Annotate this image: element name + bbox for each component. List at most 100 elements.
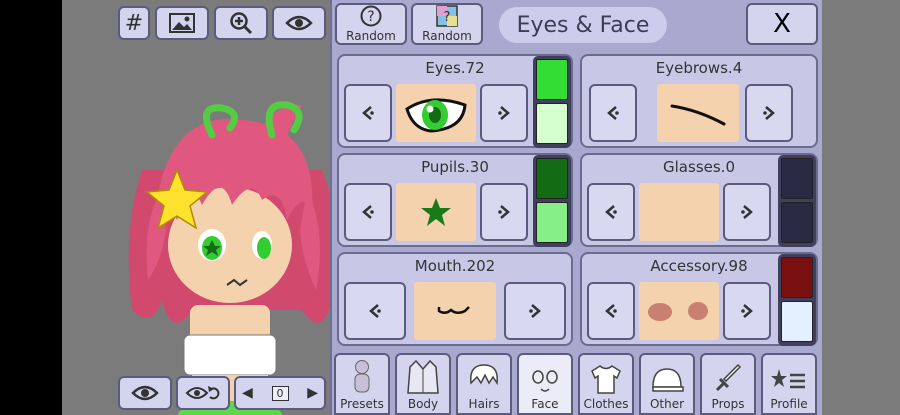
mouth-preview-icon <box>437 306 470 314</box>
svg-text:?: ? <box>367 9 374 25</box>
shirt-icon <box>591 365 621 394</box>
random-color-label: Random <box>422 29 472 43</box>
star-icon <box>421 198 451 226</box>
close-icon: X <box>773 9 791 39</box>
eye-toggle-button[interactable] <box>118 376 172 410</box>
star-list-icon <box>771 369 805 389</box>
nav-body[interactable]: Body <box>395 353 451 415</box>
nav-hairs[interactable]: Hairs <box>456 353 512 415</box>
chevron-right-icon <box>763 106 775 120</box>
eyebrow-preview-icon <box>670 104 726 126</box>
nav-clothes-label: Clothes <box>583 397 629 411</box>
glasses-prev-button[interactable] <box>587 183 635 241</box>
eyebrows-prev-button[interactable] <box>589 84 637 142</box>
glasses-color-2[interactable] <box>781 202 813 243</box>
layer-value: 0 <box>271 385 289 401</box>
pupils-prev-button[interactable] <box>344 183 392 241</box>
accessory-prev-button[interactable] <box>587 282 635 340</box>
nav-other[interactable]: Other <box>639 353 695 415</box>
chevron-left-icon <box>369 304 381 318</box>
chevron-right-icon <box>741 205 753 219</box>
pupils-color-2[interactable] <box>536 202 568 243</box>
image-icon <box>169 13 195 33</box>
eye-rotate-button[interactable] <box>176 376 230 410</box>
visibility-button[interactable] <box>272 6 326 40</box>
random-all-button[interactable]: ? Random <box>335 3 407 45</box>
random-color-button[interactable]: ? Random <box>411 3 483 45</box>
accessory-color-2[interactable] <box>781 301 813 342</box>
question-icon: ? <box>360 5 382 27</box>
mouth-card: Mouth.202 <box>337 252 573 346</box>
nav-clothes[interactable]: Clothes <box>578 353 634 415</box>
accessory-preview <box>639 282 719 340</box>
chevron-right-icon <box>529 304 541 318</box>
glasses-card: Glasses.0 <box>580 153 818 247</box>
glasses-color-1[interactable] <box>781 158 813 199</box>
accessory-color-swatches <box>778 254 816 346</box>
mouth-title: Mouth.202 <box>414 257 496 275</box>
pupils-color-1[interactable] <box>536 158 568 199</box>
glasses-next-button[interactable] <box>723 183 771 241</box>
nav-other-label: Other <box>649 397 685 411</box>
mouth-preview <box>414 282 496 340</box>
pupils-next-button[interactable] <box>480 183 528 241</box>
nav-hairs-label: Hairs <box>468 397 500 411</box>
pupils-card: Pupils.30 <box>337 153 573 247</box>
chevron-right-icon[interactable]: ▶ <box>307 385 318 401</box>
nav-presets[interactable]: Presets <box>334 353 390 415</box>
glasses-color-swatches <box>778 155 816 247</box>
chevron-left-icon[interactable]: ◀ <box>242 385 253 401</box>
game-stage: # ◀ 0 ▶ ? Random ? Random Eyes & Face X … <box>62 0 900 415</box>
chevron-left-icon <box>607 106 619 120</box>
eyebrows-next-button[interactable] <box>745 84 793 142</box>
background-button[interactable] <box>155 6 209 40</box>
close-button[interactable]: X <box>746 3 818 45</box>
pupils-color-swatches <box>533 155 571 247</box>
chevron-left-icon <box>362 106 374 120</box>
eyes-next-button[interactable] <box>480 84 528 142</box>
nav-profile-label: Profile <box>770 397 808 411</box>
chevron-left-icon <box>605 304 617 318</box>
eyes-color-2[interactable] <box>536 103 568 144</box>
eyes-color-1[interactable] <box>536 59 568 100</box>
accessory-color-1[interactable] <box>781 257 813 298</box>
eyebrows-card: Eyebrows.4 <box>580 54 818 148</box>
zoom-in-icon <box>230 12 253 35</box>
accessory-next-button[interactable] <box>723 282 771 340</box>
random-all-label: Random <box>346 29 396 43</box>
eyebrows-title: Eyebrows.4 <box>655 59 743 77</box>
zoom-button[interactable] <box>214 6 268 40</box>
nav-props[interactable]: Props <box>700 353 756 415</box>
chevron-left-icon <box>362 205 374 219</box>
eye-icon <box>131 385 159 401</box>
nav-face[interactable]: Face <box>517 353 573 415</box>
character-preview[interactable] <box>102 80 342 415</box>
svg-text:?: ? <box>444 10 451 25</box>
pupils-preview <box>396 183 476 241</box>
chevron-right-icon <box>498 106 510 120</box>
glasses-preview <box>639 183 719 241</box>
eye-icon <box>285 15 313 31</box>
sword-icon <box>715 363 742 392</box>
chevron-right-icon <box>741 304 753 318</box>
eyes-card: Eyes.72 <box>337 54 573 148</box>
eye-preview-icon <box>405 98 467 133</box>
color-question-icon: ? <box>436 5 458 27</box>
hair-icon <box>470 364 498 386</box>
mouth-next-button[interactable] <box>504 282 566 340</box>
grid-toggle-button[interactable]: # <box>118 6 150 40</box>
eye-rotate-icon <box>185 386 220 400</box>
panel-title: Eyes & Face <box>499 7 667 43</box>
layer-stepper[interactable]: ◀ 0 ▶ <box>234 376 326 410</box>
mouth-prev-button[interactable] <box>344 282 406 340</box>
eyes-color-swatches <box>533 56 571 148</box>
nav-profile[interactable]: Profile <box>761 353 817 415</box>
jacket-icon <box>407 359 439 394</box>
nav-presets-label: Presets <box>340 397 384 411</box>
face-icon <box>532 370 558 392</box>
nav-props-label: Props <box>711 397 745 411</box>
person-icon <box>354 360 370 393</box>
nav-face-label: Face <box>531 397 559 411</box>
eyes-prev-button[interactable] <box>344 84 392 142</box>
edit-panel: ? Random ? Random Eyes & Face X Eyes.72 <box>330 0 822 415</box>
